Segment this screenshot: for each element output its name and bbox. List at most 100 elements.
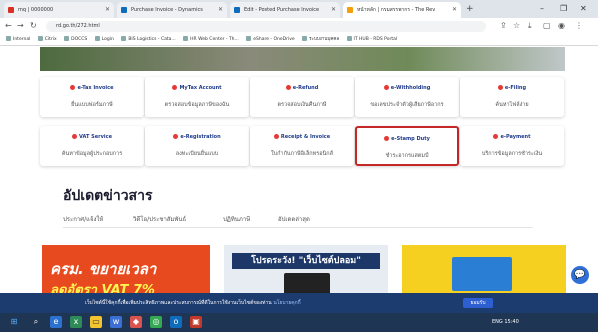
service-label: ตรวจสอบข้อมูลภาษีของฉัน — [164, 102, 230, 108]
service-card[interactable]: e-Withholding ขอเลขประจำตัวผู้เสียภาษีอา… — [355, 77, 459, 117]
service-label: ค้นหาไฟล์ง่าย — [495, 102, 529, 108]
bookmark[interactable]: Login — [94, 34, 114, 45]
news-tab[interactable]: ปฏิทินภาษี — [223, 214, 250, 224]
hero-banner-image — [40, 47, 565, 71]
browser-tab[interactable]: mq | 0000000 ✕ — [4, 2, 114, 18]
close-tab-icon[interactable]: ✕ — [218, 2, 223, 18]
address-bar[interactable]: rd.go.th/272.html — [46, 21, 486, 32]
bookmark-icon — [246, 36, 252, 41]
service-card[interactable]: MyTax Account ตรวจสอบข้อมูลภาษีของฉัน — [145, 77, 249, 117]
bookmark[interactable]: Citrix — [37, 34, 57, 45]
service-card-highlighted[interactable]: e-Stamp Duty ชำระอากรแสตมป์ — [355, 126, 459, 166]
news-card-fake-website[interactable]: โปรดระวัง! "เว็บไซต์ปลอม" — [224, 245, 388, 295]
laptop-illustration-icon — [284, 273, 330, 295]
share-icon[interactable]: ⇪ — [500, 18, 507, 34]
tab-favicon-icon — [347, 7, 353, 13]
bookmark-icon — [302, 36, 308, 41]
service-label: ขอเลขประจำตัวผู้เสียภาษีอากร — [370, 102, 444, 108]
browser-tab-active[interactable]: หน้าหลัก | กรมสรรพากร - The Rev ✕ — [343, 2, 461, 18]
start-icon[interactable]: ⊞ — [8, 316, 20, 328]
news-tab[interactable]: วิดีโอ/ประชาสัมพันธ์ — [133, 214, 186, 224]
cookie-text: เว็บไซต์นี้ใช้คุกกี้เพื่อเพิ่มประสิทธิภา… — [85, 300, 301, 306]
download-icon[interactable]: ⤓ — [528, 18, 532, 34]
service-logo-icon — [383, 85, 389, 90]
close-tab-icon[interactable]: ✕ — [105, 2, 110, 18]
service-label: ชำระอากรแสตมป์ — [385, 153, 429, 159]
word-icon[interactable]: w — [110, 316, 122, 328]
computer-illustration-icon — [452, 257, 512, 291]
news-tab[interactable]: ประกาศ/แจ้งให้ — [63, 214, 103, 224]
service-logo-icon — [72, 134, 78, 139]
minimize-icon[interactable]: – — [540, 2, 544, 16]
edge-icon[interactable]: e — [50, 316, 62, 328]
maximize-icon[interactable]: ❐ — [560, 2, 567, 16]
bookmark[interactable]: BIS Logistics - Cata... — [121, 34, 176, 45]
close-tab-icon[interactable]: ✕ — [452, 2, 457, 18]
app-icon[interactable]: ◆ — [130, 316, 142, 328]
tab-favicon-icon — [234, 7, 240, 13]
service-logo: e-Payment — [460, 134, 564, 140]
search-icon[interactable]: ⌕ — [30, 316, 42, 328]
service-label: ใบกำกับภาษีอิเล็กทรอนิกส์ — [271, 151, 333, 157]
file-explorer-icon[interactable]: ▭ — [90, 316, 102, 328]
bookmark[interactable]: HR Web Center - Th... — [183, 34, 239, 45]
bookmark-icon — [6, 36, 11, 41]
service-logo-icon — [273, 134, 279, 139]
outlook-icon[interactable]: o — [170, 316, 182, 328]
close-tab-icon[interactable]: ✕ — [331, 2, 336, 18]
accept-cookies-button[interactable]: ยอมรับ — [463, 298, 493, 308]
service-card[interactable]: e-Filing ค้นหาไฟล์ง่าย — [460, 77, 564, 117]
service-card[interactable]: e-Refund ตรวจสอบเงินคืนภาษี — [250, 77, 354, 117]
bookmark-icon — [346, 36, 352, 41]
news-tab[interactable]: อัปเดตล่าสุด — [278, 214, 310, 224]
bookmark-icon — [64, 36, 70, 41]
chat-bubble-icon[interactable]: 💬 — [571, 266, 589, 284]
service-card[interactable]: VAT Service ค้นหาข้อมูลผู้ประกอบการ — [40, 126, 144, 166]
profile-icon[interactable]: ◉ — [558, 18, 565, 34]
service-logo-icon — [172, 85, 178, 90]
new-tab-button[interactable]: + — [466, 2, 474, 16]
bookmark-icon — [94, 36, 100, 41]
service-logo-icon — [497, 85, 503, 90]
close-window-icon[interactable]: ✕ — [580, 2, 587, 16]
news-card-illustration[interactable] — [402, 245, 566, 295]
excel-icon[interactable]: x — [70, 316, 82, 328]
news-section-title: อัปเดตข่าวสาร — [63, 188, 153, 204]
service-logo: Receipt & Invoice — [250, 134, 354, 140]
service-logo: e-Filing — [460, 85, 564, 91]
news-card-vat[interactable]: ครม. ขยายเวลา ลดอัตรา VAT 7% — [42, 245, 210, 295]
sidebar-icon[interactable]: ▢ — [543, 18, 551, 34]
cookie-policy-link[interactable]: นโยบายคุกกี้ — [273, 300, 300, 306]
bookmark[interactable]: eShare - OneDrive — [246, 34, 295, 45]
bookmark-icon — [183, 36, 189, 41]
service-card[interactable]: e-Payment บริการข้อมูลการชำระเงิน — [460, 126, 564, 166]
reload-icon[interactable]: ↻ — [30, 18, 37, 34]
service-card[interactable]: e-Tax Invoice ยื่นแบบฟอร์มภาษี — [40, 77, 144, 117]
back-icon[interactable]: ← — [5, 18, 12, 34]
browser-tab[interactable]: Edit - Posted Purchase Invoice ✕ — [230, 2, 340, 18]
service-logo-icon — [70, 85, 76, 90]
bookmark[interactable]: ระบบงานบุคคล — [302, 34, 339, 45]
service-logo: e-Stamp Duty — [357, 136, 457, 142]
service-label: ตรวจสอบเงินคืนภาษี — [277, 102, 327, 108]
service-label: บริการข้อมูลการชำระเงิน — [481, 151, 543, 157]
system-tray[interactable]: ENG 15:40 — [492, 313, 519, 332]
pdf-icon[interactable]: ▣ — [190, 316, 202, 328]
news-card-headline: ครม. ขยายเวลา — [50, 260, 157, 278]
service-card[interactable]: Receipt & Invoice ใบกำกับภาษีอิเล็กทรอนิ… — [250, 126, 354, 166]
service-card[interactable]: e-Registration ลงทะเบียนยื่นแบบ — [145, 126, 249, 166]
bookmark[interactable]: DOCCS — [64, 34, 87, 45]
service-label: ลงทะเบียนยื่นแบบ — [175, 151, 219, 157]
tab-favicon-icon — [8, 7, 14, 13]
bookmark[interactable]: IT HUB - RDS Portal — [346, 34, 397, 45]
star-icon[interactable]: ☆ — [513, 18, 520, 34]
service-logo-icon — [493, 134, 499, 139]
bookmark[interactable]: Internal — [6, 34, 30, 45]
service-logo: VAT Service — [40, 134, 144, 140]
service-logo-icon — [285, 85, 291, 90]
bookmarks-bar: Internal Citrix DOCCS Login BIS Logistic… — [0, 34, 598, 46]
chrome-icon[interactable]: ◎ — [150, 316, 162, 328]
browser-tab[interactable]: Purchase Invoice - Dynamics ✕ — [117, 2, 227, 18]
forward-icon[interactable]: → — [17, 18, 24, 34]
menu-icon[interactable]: ⋮ — [575, 18, 583, 34]
